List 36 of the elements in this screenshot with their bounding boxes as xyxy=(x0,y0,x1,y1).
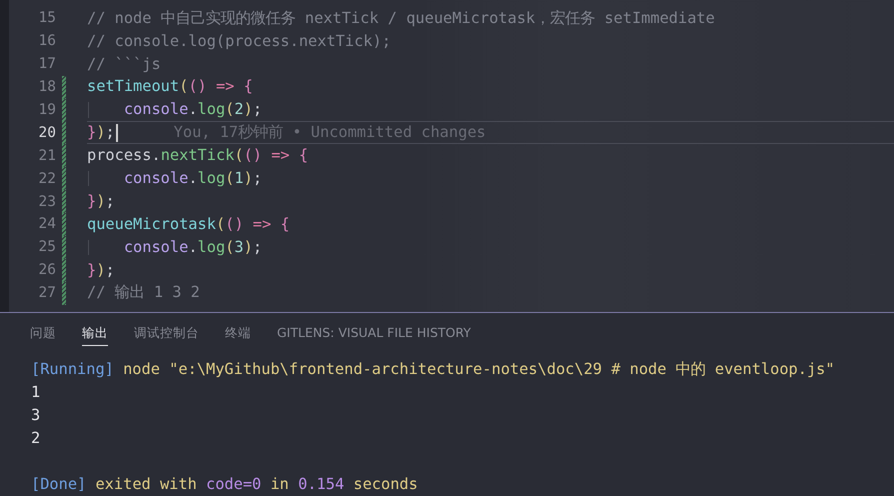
code-line: process.nextTick(() => { xyxy=(87,148,308,164)
text-cursor xyxy=(116,124,118,142)
code-editor[interactable] xyxy=(0,0,894,312)
output-line: 3 xyxy=(31,405,42,426)
panel-tab[interactable]: 问题 xyxy=(30,325,56,346)
line-number: 18 xyxy=(38,79,56,96)
blame-annotation: You, 17秒钟前 • Uncommitted changes xyxy=(174,122,486,144)
line-number: 24 xyxy=(38,216,56,232)
line-number: 15 xyxy=(38,10,56,26)
line-number: 27 xyxy=(38,285,56,302)
output-line: 1 xyxy=(31,382,42,403)
code-line: }); xyxy=(87,194,115,210)
code-line: // 输出 1 3 2 xyxy=(87,285,200,301)
panel-tab[interactable]: GITLENS: VISUAL FILE HISTORY xyxy=(277,325,471,346)
panel-tab[interactable]: 输出 xyxy=(82,325,108,346)
code-line: }); xyxy=(87,262,115,278)
line-number: 16 xyxy=(38,33,56,50)
code-line: // node 中自己实现的微任务 nextTick / queueMicrotask，宏任务 setImmediate xyxy=(87,10,715,26)
output-line: [Done] exited with code=0 in 0.154 seconds xyxy=(31,474,419,495)
line-number: 25 xyxy=(38,239,56,256)
code-line: }); xyxy=(87,125,115,141)
code-line: queueMicrotask(() => { xyxy=(87,216,290,232)
line-number: 20 xyxy=(38,124,56,141)
code-line: // console.log(process.nextTick); xyxy=(87,34,391,49)
line-number: 23 xyxy=(38,194,56,210)
line-number: 19 xyxy=(38,102,56,118)
line-number: 17 xyxy=(38,56,56,72)
panel-tab[interactable]: 终端 xyxy=(225,325,251,346)
code-line: setTimeout(() => { xyxy=(87,79,253,95)
panel-tab[interactable]: 调试控制台 xyxy=(134,325,199,346)
output-line: [Running] node "e:\MyGithub\frontend-architecture-notes\doc\29 # node 中的 eventloop.js" xyxy=(31,359,836,380)
line-number: 21 xyxy=(38,148,56,164)
code-line: // ```js xyxy=(87,56,161,72)
line-number: 26 xyxy=(38,262,56,278)
line-number: 22 xyxy=(38,170,56,187)
output-line: 2 xyxy=(31,428,42,449)
